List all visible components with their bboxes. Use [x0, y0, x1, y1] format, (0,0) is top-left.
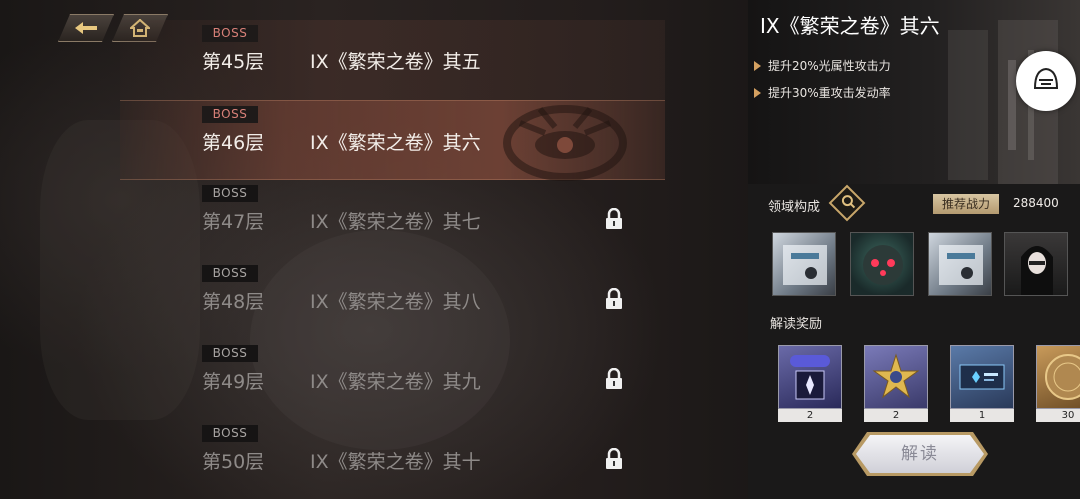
domain-info-button[interactable]	[828, 184, 866, 222]
bullet-triangle-icon	[754, 87, 761, 98]
gold-star-icon	[864, 345, 928, 409]
ssr-ticket-icon	[778, 345, 842, 409]
floor-name: IX《繁荣之卷》其八	[310, 291, 481, 313]
lock-icon	[604, 367, 624, 394]
floor-detail-panel: IX《繁荣之卷》其六 提升20%光属性攻击力 提升30%重攻击发动率 领域构成 …	[748, 0, 1080, 499]
floor-row-46[interactable]: BOSS 第46层 IX《繁荣之卷》其六	[120, 100, 665, 181]
reward-quantity: 1	[950, 409, 1014, 422]
buff-item: 提升30%重攻击发动率	[754, 84, 891, 101]
rewards-label: 解读奖励	[770, 317, 823, 332]
bullet-triangle-icon	[754, 60, 761, 71]
buff-item: 提升20%光属性攻击力	[754, 57, 891, 74]
buff-text: 提升20%光属性攻击力	[768, 59, 891, 73]
boss-tag: BOSS	[202, 106, 258, 123]
search-icon	[834, 190, 859, 215]
boss-tag: BOSS	[202, 265, 258, 282]
reward-item[interactable]: 30	[1036, 345, 1080, 425]
floor-row-47[interactable]: BOSS 第47层 IX《繁荣之卷》其七	[120, 180, 665, 260]
boss-tag: BOSS	[202, 345, 258, 362]
floor-row-49[interactable]: BOSS 第49层 IX《繁荣之卷》其九	[120, 340, 665, 420]
reward-item[interactable]: 2	[778, 345, 842, 425]
boss-tag: BOSS	[202, 25, 258, 42]
enemy-portrait[interactable]	[772, 232, 836, 296]
floor-number: 第50层	[202, 451, 265, 473]
floor-name: IX《繁荣之卷》其六	[310, 132, 481, 154]
boss-tag: BOSS	[202, 425, 258, 442]
boss-emblem-icon	[500, 103, 630, 185]
helmet-icon	[1031, 66, 1061, 96]
floor-number: 第48层	[202, 291, 265, 313]
reward-item[interactable]: 2	[864, 345, 928, 425]
floor-number: 第47层	[202, 211, 265, 233]
ticket-icon	[950, 345, 1014, 409]
floor-name: IX《繁荣之卷》其五	[310, 51, 481, 73]
enemy-portrait[interactable]	[1004, 232, 1068, 296]
floor-number: 第49层	[202, 371, 265, 393]
reward-quantity: 2	[864, 409, 928, 422]
floor-name: IX《繁荣之卷》其七	[310, 211, 481, 233]
floor-name: IX《繁荣之卷》其十	[310, 451, 481, 473]
boss-tag: BOSS	[202, 185, 258, 202]
floor-row-50[interactable]: BOSS 第50层 IX《繁荣之卷》其十	[120, 420, 665, 499]
reward-quantity: 30	[1036, 409, 1080, 422]
back-arrow-icon	[73, 20, 99, 36]
element-badge[interactable]	[1016, 51, 1076, 111]
coin-icon	[1036, 345, 1080, 409]
floor-row-45[interactable]: BOSS 第45层 IX《繁荣之卷》其五	[120, 20, 665, 100]
recommended-power-value: 288400	[1013, 196, 1059, 210]
floor-name: IX《繁荣之卷》其九	[310, 371, 481, 393]
lock-icon	[604, 287, 624, 314]
domain-label: 领域构成	[768, 200, 821, 215]
floor-row-48[interactable]: BOSS 第48层 IX《繁荣之卷》其八	[120, 260, 665, 340]
lock-icon	[604, 447, 624, 474]
buff-text: 提升30%重攻击发动率	[768, 86, 891, 100]
recommended-power-label: 推荐战力	[933, 194, 999, 214]
enemy-portrait[interactable]	[928, 232, 992, 296]
floor-number: 第46层	[202, 132, 265, 154]
lock-icon	[604, 207, 624, 234]
reward-quantity: 2	[778, 409, 842, 422]
panel-title: IX《繁荣之卷》其六	[760, 14, 940, 38]
enemy-portrait[interactable]	[850, 232, 914, 296]
floor-number: 第45层	[202, 51, 265, 73]
decode-button[interactable]: 解读	[856, 435, 984, 473]
reward-item[interactable]: 1	[950, 345, 1014, 425]
